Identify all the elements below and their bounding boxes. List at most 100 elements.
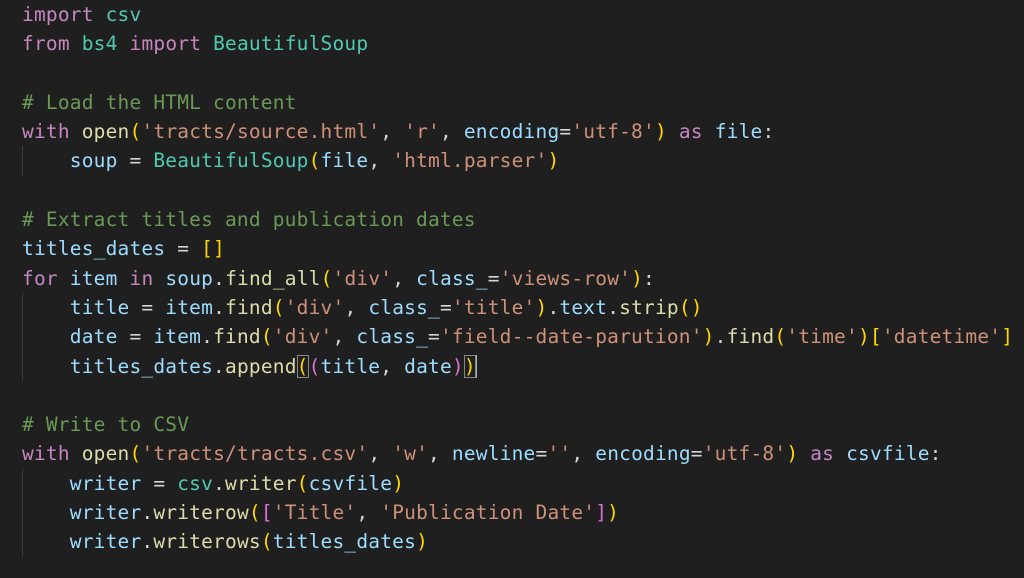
code-line[interactable]: import csv [22,0,1013,29]
code-editor[interactable]: import csvfrom bs4 import BeautifulSoup​… [0,0,1024,578]
code-line[interactable]: titles_dates.append((title, date)) [22,351,1013,381]
code-token: item [69,266,118,290]
code-token: ) [702,325,715,349]
code-line[interactable]: # Extract titles and publication dates [22,205,1013,234]
code-token: ) [547,149,560,173]
code-token: soup [69,149,118,173]
code-token: , [571,442,596,466]
code-token: bs4 [81,32,118,56]
code-token: = [117,325,154,349]
code-token: file [320,149,369,173]
code-line[interactable]: soup = BeautifulSoup(file, 'html.parser'… [22,146,1013,176]
code-token: = [428,325,440,349]
code-token: ( [320,266,333,290]
code-line[interactable]: title = item.find('div', class_='title')… [22,292,1013,323]
code-token: import [22,3,94,26]
code-line[interactable]: # Load the HTML content [22,88,1013,117]
code-token: [] [201,237,225,261]
code-token: class_ [368,295,440,319]
code-token: with [22,442,70,466]
code-token: . [607,295,620,319]
indent-guide [22,527,23,557]
code-token: newline [451,442,536,466]
code-line[interactable]: for item in soup.find_all('div', class_=… [22,264,1013,293]
code-line[interactable]: # Write to CSV [22,410,1013,439]
code-token: find [726,325,775,349]
code-token: 'html.parser' [392,149,548,173]
code-line[interactable]: with open('tracts/source.html', 'r', enc… [22,117,1013,146]
code-line[interactable]: date = item.find('div', class_='field--d… [22,322,1014,352]
code-token: 'tracts/tracts.csv' [141,442,369,466]
code-token: . [547,295,560,319]
code-token: 'div' [284,295,345,319]
code-token: 'utf-8' [571,120,655,144]
code-area[interactable]: import csvfrom bs4 import BeautifulSoup​… [22,0,1013,557]
code-token: encoding [463,120,560,144]
code-token: [ [260,501,273,525]
code-token: : [762,120,775,144]
code-line[interactable]: with open('tracts/tracts.csv', 'w', newl… [22,439,1013,468]
code-token: as [678,120,703,144]
code-token: from [22,32,70,56]
code-line[interactable]: ​ [22,381,1013,410]
code-token: 'div' [332,266,393,290]
code-token: ( [296,471,309,495]
code-line[interactable]: writer = csv.writer(csvfile) [22,468,1013,499]
code-token: , [380,354,405,378]
code-token: ( [308,149,321,173]
code-token: ] [595,501,608,525]
code-token: ( [129,442,142,466]
code-line[interactable]: writer.writerows(titles_dates) [22,527,1013,557]
code-line[interactable]: ​ [22,176,1013,205]
code-token: class_ [356,325,429,349]
code-token: 'views-row' [499,266,632,290]
code-token: 'utf-8' [702,442,787,466]
code-line[interactable]: writer.writerow(['Title', 'Publication D… [22,498,1013,528]
code-token: find [225,295,273,319]
indent-guide [22,351,23,381]
code-token: . [141,501,154,525]
code-token: ( [296,354,309,378]
code-token: BeautifulSoup [153,149,309,173]
code-line[interactable]: ​ [22,59,1013,88]
code-token: [ [869,325,882,349]
indent-guide [22,292,23,323]
code-token: : [929,442,942,466]
code-token: writer [225,471,297,495]
code-line[interactable]: from bs4 import BeautifulSoup [22,29,1013,58]
code-token: ) [607,501,620,525]
code-token: = [129,295,166,319]
code-token: encoding [595,442,691,466]
code-line[interactable]: titles_dates = [] [22,234,1013,263]
code-token: ) [451,354,464,378]
code-token: . [213,471,226,495]
code-token: as [810,442,835,466]
code-token: 'Publication Date' [380,501,596,525]
code-token: csvfile [846,442,930,466]
indent-guide [22,468,23,499]
code-token: = [535,442,548,466]
code-token: = [690,442,703,466]
code-token: ( [272,295,285,319]
code-token: titles_dates [69,354,214,378]
code-token: = [439,295,452,319]
code-token: ] [1001,325,1014,349]
code-token: , [380,120,405,144]
code-token: find_all [225,266,321,290]
code-token: titles_dates [272,530,417,554]
code-token: open [81,442,130,466]
code-token: 'title' [451,295,536,319]
code-token: 'r' [404,120,440,144]
code-token: 'field--date-parution' [439,325,703,349]
